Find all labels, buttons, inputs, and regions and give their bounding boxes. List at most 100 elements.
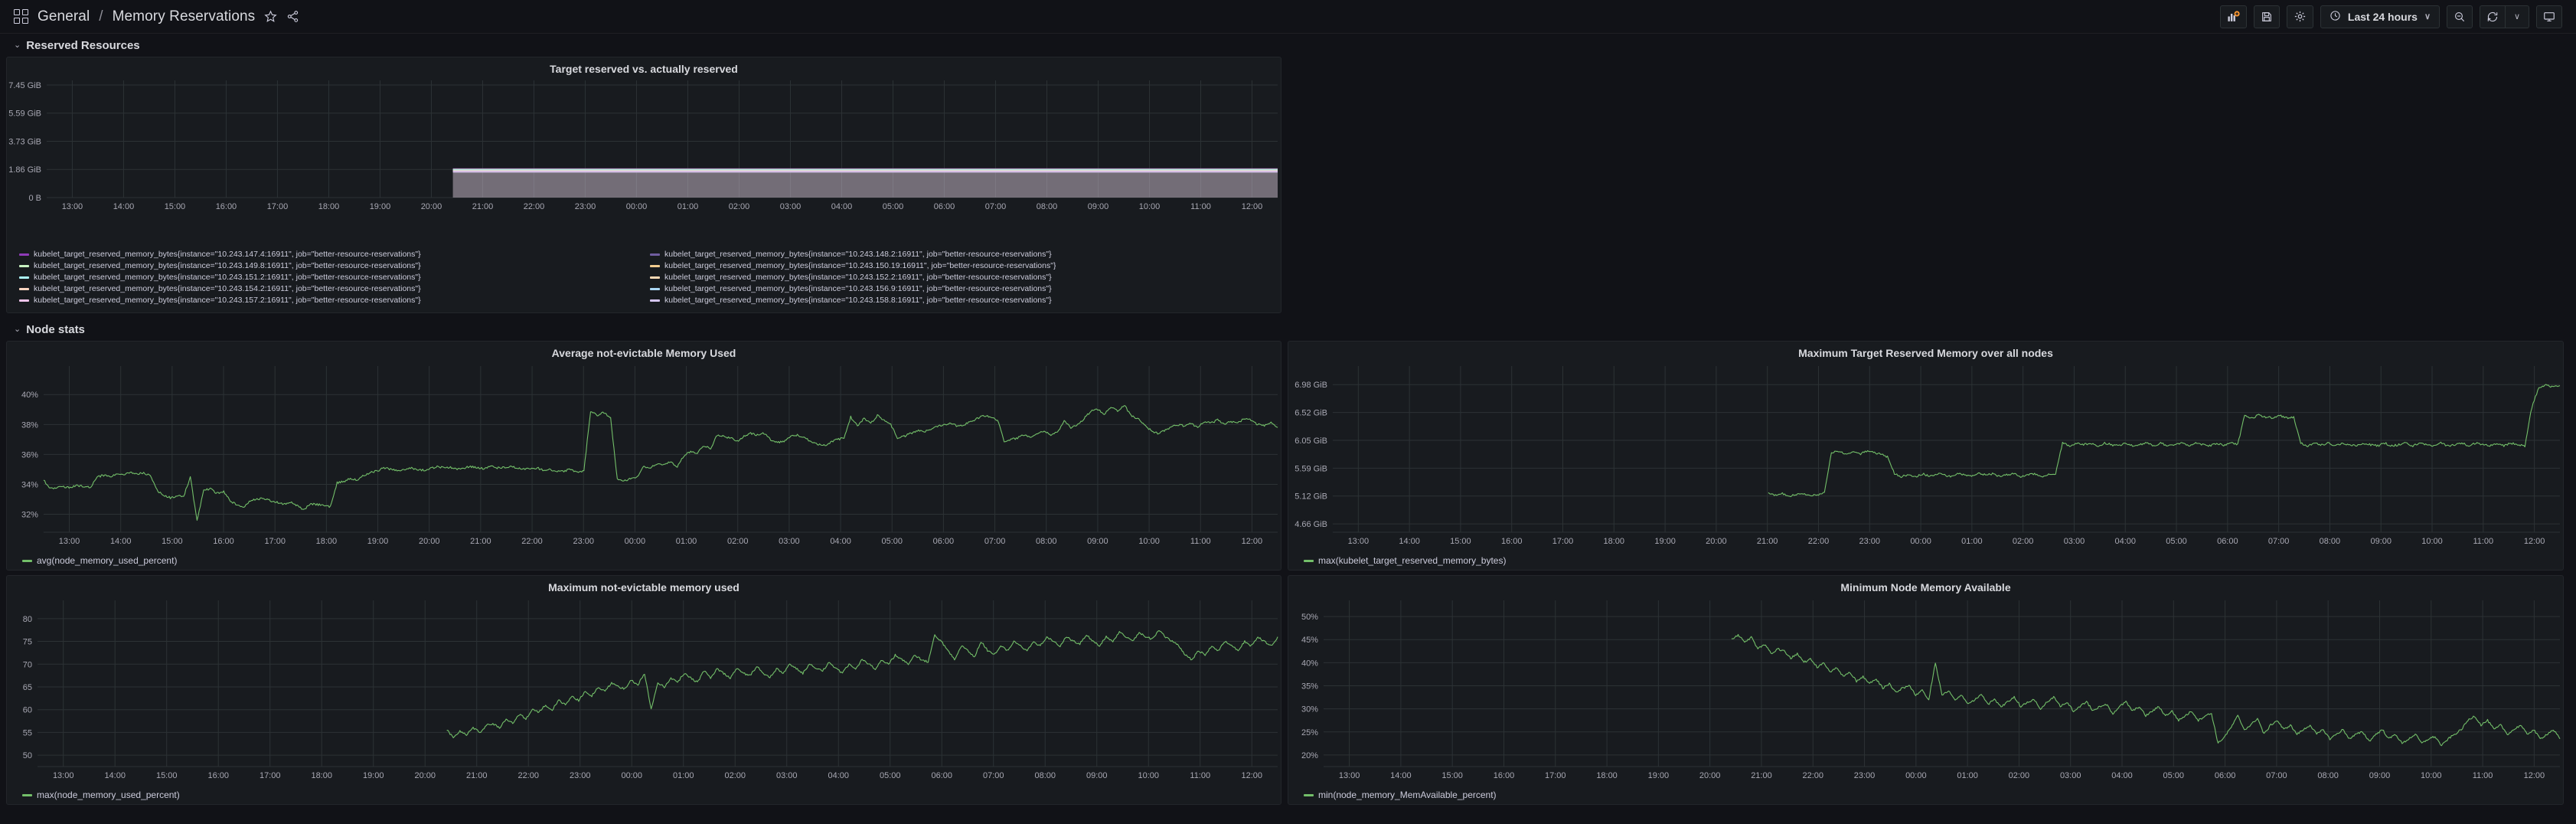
x-axis-tick-label: 18:00 <box>311 771 331 780</box>
legend-item[interactable]: kubelet_target_reserved_memory_bytes{ins… <box>650 295 1281 306</box>
legend-series-label[interactable]: kubelet_target_reserved_memory_bytes{ins… <box>34 249 421 260</box>
page-title[interactable]: Memory Reservations <box>113 8 256 25</box>
panel-title: Maximum not-evictable memory used <box>548 581 739 593</box>
legend-series-label[interactable]: kubelet_target_reserved_memory_bytes{ins… <box>664 249 1052 260</box>
x-axis-tick-label: 16:00 <box>216 202 237 211</box>
row-header-reserved-resources[interactable]: ⌄ Reserved Resources <box>6 34 2570 57</box>
panel-title: Average not-evictable Memory Used <box>551 347 736 359</box>
refresh-interval-dropdown[interactable]: ∨ <box>2505 5 2529 28</box>
panel-max-not-evictable: Maximum not-evictable memory used 80 75 70… <box>6 575 1281 805</box>
add-panel-button[interactable] <box>2219 5 2247 28</box>
series-line <box>1731 633 2561 747</box>
x-axis-tick-label: 00:00 <box>1905 771 1926 780</box>
legend-color-swatch <box>650 299 660 302</box>
y-axis-tick-label: 34% <box>21 480 38 489</box>
legend-item[interactable]: avg(node_memory_used_percent) <box>22 555 177 567</box>
legend-series-label[interactable]: kubelet_target_reserved_memory_bytes{ins… <box>664 283 1052 295</box>
x-axis-tick-label: 15:00 <box>156 771 177 780</box>
timeseries-svg[interactable]: 50% 45% 40% 35% 30% 25% 20% 13:00 14:00 15:00 16:0… <box>1288 594 2563 790</box>
time-range-label: Last 24 hours <box>2347 10 2418 23</box>
x-axis-tick-label: 18:00 <box>1596 771 1617 780</box>
legend-item[interactable]: kubelet_target_reserved_memory_bytes{ins… <box>19 260 650 272</box>
y-axis-tick-label: 0 B <box>28 194 41 203</box>
legend-series-label[interactable]: kubelet_target_reserved_memory_bytes{ins… <box>664 272 1052 283</box>
x-axis-tick-label: 17:00 <box>1552 537 1573 546</box>
legend-series-label[interactable]: kubelet_target_reserved_memory_bytes{ins… <box>34 295 421 306</box>
x-axis-tick-label: 21:00 <box>470 537 491 546</box>
plot-area[interactable]: 7.45 GiB 5.59 GiB 3.73 GiB 1.86 GiB 0 B 13:00… <box>7 76 1281 217</box>
x-axis-tick-label: 19:00 <box>1654 537 1675 546</box>
legend-series-label[interactable]: kubelet_target_reserved_memory_bytes{ins… <box>34 260 421 272</box>
x-axis-tick-label: 23:00 <box>1854 771 1875 780</box>
legend-item[interactable]: max(node_memory_used_percent) <box>22 790 180 801</box>
y-axis-tick-label: 80 <box>23 615 32 624</box>
legend-item[interactable]: max(kubelet_target_reserved_memory_bytes… <box>1304 555 1506 567</box>
legend-item[interactable]: kubelet_target_reserved_memory_bytes{ins… <box>19 249 650 260</box>
timeseries-svg[interactable]: 40% 38% 36% 34% 32% 13:00 14:00 15:00 16:00 17:00… <box>7 360 1281 555</box>
share-icon[interactable] <box>286 10 299 23</box>
plot-area[interactable]: 50% 45% 40% 35% 30% 25% 20% 13:00 14:00 15:00 16:0… <box>1288 594 2563 790</box>
x-axis-tick-label: 21:00 <box>1751 771 1771 780</box>
legend-series-label[interactable]: kubelet_target_reserved_memory_bytes{ins… <box>664 295 1052 306</box>
breadcrumb-folder[interactable]: General <box>38 8 90 25</box>
legend-item[interactable]: kubelet_target_reserved_memory_bytes{ins… <box>19 283 650 295</box>
timeseries-svg[interactable]: 80 75 70 65 60 55 50 13:00 14:00 15:00 16:00 17:00 1… <box>7 594 1281 790</box>
star-icon[interactable] <box>264 10 277 23</box>
x-axis-tick-label: 10:00 <box>1139 202 1160 211</box>
x-axis-tick-label: 06:00 <box>2217 537 2238 546</box>
plot-area[interactable]: 40% 38% 36% 34% 32% 13:00 14:00 15:00 16:00 17:00… <box>7 360 1281 555</box>
x-axis-tick-label: 00:00 <box>1910 537 1931 546</box>
legend-series-label[interactable]: max(node_memory_used_percent) <box>37 790 180 801</box>
x-axis-tick-label: 17:00 <box>260 771 280 780</box>
x-axis-tick-label: 20:00 <box>419 537 439 546</box>
legend-series-label[interactable]: min(node_memory_MemAvailable_percent) <box>1318 790 1497 801</box>
legend-series-label[interactable]: kubelet_target_reserved_memory_bytes{ins… <box>664 260 1056 272</box>
x-axis-tick-label: 23:00 <box>575 202 596 211</box>
x-axis-tick-label: 19:00 <box>370 202 390 211</box>
legend-color-swatch <box>1304 560 1314 562</box>
legend-series-label[interactable]: max(kubelet_target_reserved_memory_bytes… <box>1318 555 1506 567</box>
x-axis-tick-label: 10:00 <box>1138 771 1159 780</box>
y-axis-tick-label: 6.98 GiB <box>1295 381 1327 390</box>
x-axis-tick-label: 13:00 <box>1339 771 1360 780</box>
tv-mode-button[interactable] <box>2536 5 2562 28</box>
x-axis-tick-label: 13:00 <box>59 537 80 546</box>
row-header-node-stats[interactable]: ⌄ Node stats <box>6 318 2570 341</box>
legend-item[interactable]: kubelet_target_reserved_memory_bytes{ins… <box>650 283 1281 295</box>
node-stats-row-1: Average not-evictable Memory Used 40% 38%… <box>6 341 2570 571</box>
y-axis-tick-label: 45% <box>1301 636 1318 645</box>
time-range-picker[interactable]: Last 24 hours ∨ <box>2320 5 2440 28</box>
x-axis-tick-label: 04:00 <box>2111 771 2132 780</box>
dashboard-settings-button[interactable] <box>2286 5 2313 28</box>
plot-area[interactable]: 80 75 70 65 60 55 50 13:00 14:00 15:00 16:00 17:00 1… <box>7 594 1281 790</box>
chevron-down-icon: ∨ <box>2513 12 2521 21</box>
x-axis-tick-label: 00:00 <box>621 771 642 780</box>
y-axis-tick-label: 32% <box>21 511 38 520</box>
panel-avg-not-evictable: Average not-evictable Memory Used 40% 38%… <box>6 341 1281 571</box>
legend-series-label[interactable]: kubelet_target_reserved_memory_bytes{ins… <box>34 283 421 295</box>
x-axis-tick-label: 23:00 <box>570 771 590 780</box>
legend-item[interactable]: kubelet_target_reserved_memory_bytes{ins… <box>19 272 650 283</box>
dashboards-grid-icon[interactable] <box>14 9 28 24</box>
panel-legend: avg(node_memory_used_percent) <box>7 554 1281 570</box>
save-dashboard-button[interactable] <box>2253 5 2280 28</box>
legend-item[interactable]: kubelet_target_reserved_memory_bytes{ins… <box>650 249 1281 260</box>
refresh-dashboard-button[interactable] <box>2480 5 2505 28</box>
plot-area[interactable]: 6.98 GiB 6.52 GiB 6.05 GiB 5.59 GiB 5.12 GiB… <box>1288 360 2563 555</box>
timeseries-svg[interactable]: 7.45 GiB 5.59 GiB 3.73 GiB 1.86 GiB 0 B 13:00… <box>7 76 1281 217</box>
clock-icon <box>2330 10 2341 24</box>
zoom-out-time-button[interactable] <box>2447 5 2473 28</box>
legend-series-label[interactable]: avg(node_memory_used_percent) <box>37 555 177 567</box>
legend-item[interactable]: kubelet_target_reserved_memory_bytes{ins… <box>19 295 650 306</box>
dashboard-body: ⌄ Reserved Resources Target reserved vs.… <box>0 34 2576 805</box>
legend-series-label[interactable]: kubelet_target_reserved_memory_bytes{ins… <box>34 272 421 283</box>
legend-item[interactable]: min(node_memory_MemAvailable_percent) <box>1304 790 1497 801</box>
timeseries-svg[interactable]: 6.98 GiB 6.52 GiB 6.05 GiB 5.59 GiB 5.12 GiB… <box>1288 360 2563 555</box>
x-axis-tick-label: 21:00 <box>466 771 487 780</box>
x-axis-tick-label: 08:00 <box>2320 537 2340 546</box>
x-axis-tick-label: 08:00 <box>1037 202 1057 211</box>
legend-item[interactable]: kubelet_target_reserved_memory_bytes{ins… <box>650 260 1281 272</box>
x-axis-tick-label: 16:00 <box>1501 537 1522 546</box>
legend-item[interactable]: kubelet_target_reserved_memory_bytes{ins… <box>650 272 1281 283</box>
row-title: Reserved Resources <box>26 38 140 52</box>
